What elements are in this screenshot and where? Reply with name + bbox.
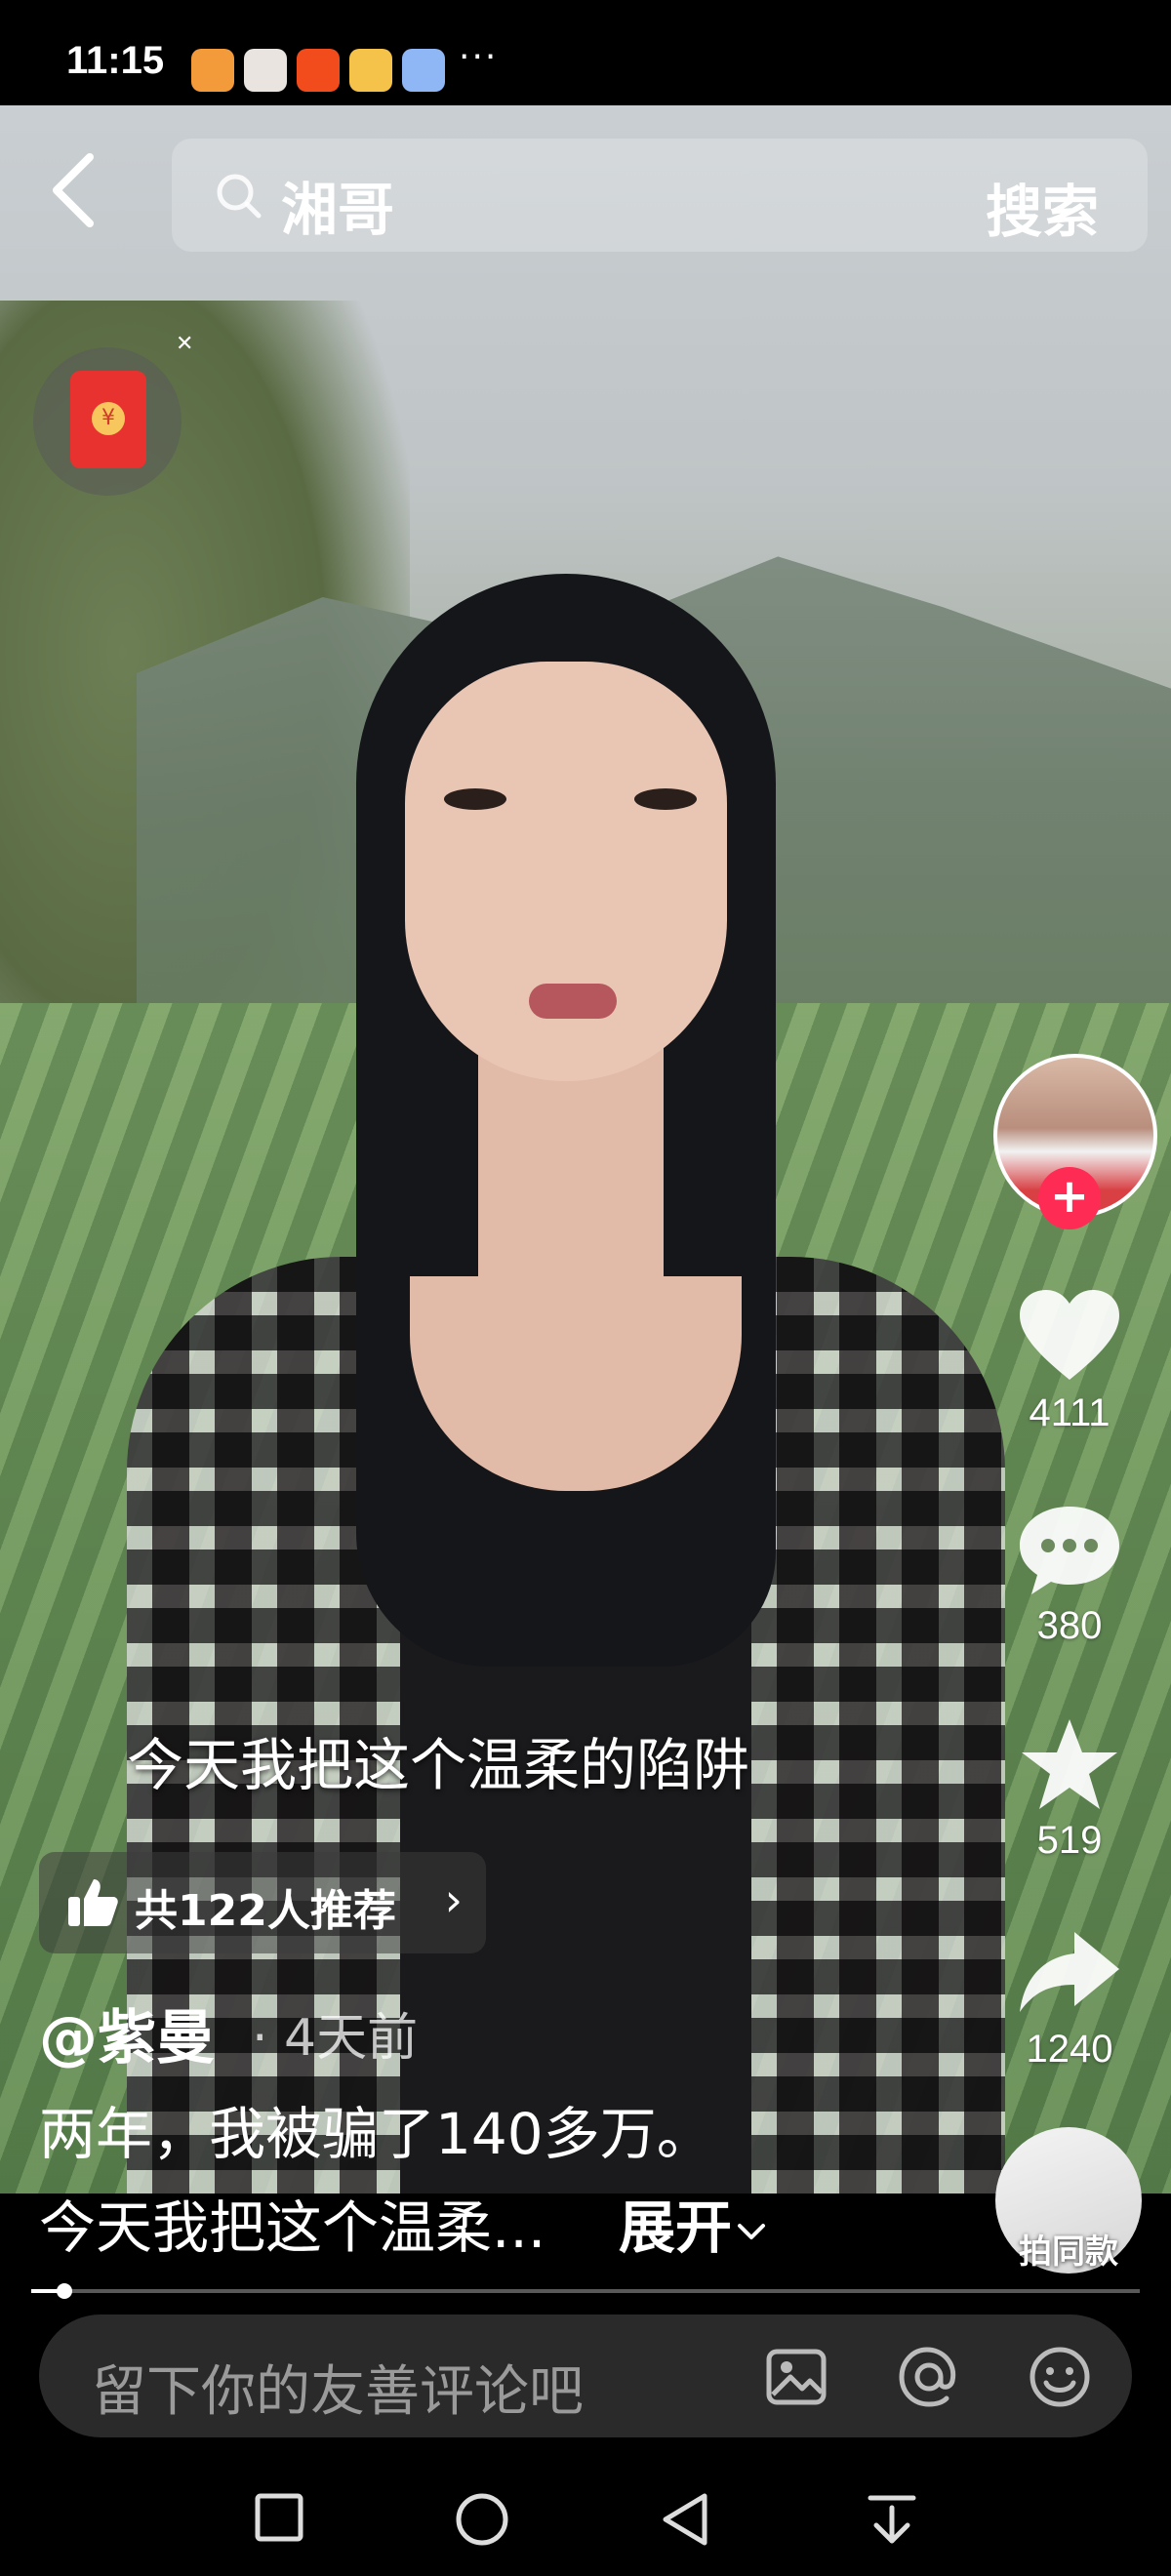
person-eye-left — [444, 788, 506, 810]
weibo-app-icon — [349, 49, 392, 92]
comment-placeholder[interactable]: 留下你的友善评论吧 — [92, 2348, 584, 2427]
chevron-down-icon — [738, 2223, 766, 2239]
comment-input-bar[interactable]: 留下你的友善评论吧 — [39, 2314, 1132, 2437]
red-packet-close-icon[interactable]: ✕ — [176, 332, 193, 356]
follow-button[interactable]: + — [1038, 1167, 1101, 1229]
description-line-1: 两年，我被骗了140多万。 — [39, 2101, 713, 2167]
status-time: 11:15 — [66, 39, 165, 82]
chevron-right-icon: › — [444, 1873, 463, 1926]
game-app-icon — [244, 49, 287, 92]
expand-button[interactable]: 展开 — [619, 2182, 771, 2264]
recommend-pill[interactable]: 共122人推荐 › — [39, 1852, 486, 1953]
system-nav-bar — [0, 2459, 1171, 2576]
progress-knob[interactable] — [57, 2283, 72, 2299]
taobao-app-icon — [297, 49, 340, 92]
share-arrow-icon — [1020, 1932, 1119, 2012]
post-time: · 4天前 — [252, 2009, 419, 2068]
chevron-left-icon — [53, 153, 94, 227]
share-count: 1240 — [1026, 2028, 1113, 2071]
video-progress-bar[interactable] — [31, 2283, 1140, 2299]
comment-button[interactable]: 380 — [982, 1501, 1157, 1648]
short-video-screen: 11:15 ··· 湘哥 搜索 ¥ ✕ + 4111 380 519 1240 … — [0, 0, 1171, 2576]
like-button[interactable]: 4111 — [982, 1288, 1157, 1435]
status-bar: 11:15 ··· — [0, 0, 1171, 105]
back-triangle-icon[interactable] — [658, 2490, 712, 2549]
red-packet-widget[interactable]: ¥ — [33, 347, 182, 496]
search-button[interactable]: 搜索 — [986, 166, 1099, 248]
video-subtitle: 今天我把这个温柔的陷阱 — [127, 1732, 750, 1798]
back-button[interactable] — [41, 151, 109, 229]
red-packet-seal-icon: ¥ — [92, 402, 125, 435]
favorite-button[interactable]: 519 — [982, 1715, 1157, 1863]
share-button[interactable]: 1240 — [982, 1924, 1157, 2072]
star-icon — [1022, 1719, 1117, 1809]
like-count: 4111 — [1029, 1391, 1110, 1434]
status-more: ··· — [459, 37, 499, 77]
comment-count: 380 — [1036, 1604, 1103, 1647]
comment-bubble-icon — [1020, 1507, 1119, 1594]
image-icon[interactable] — [765, 2346, 828, 2408]
recommend-label: 共122人推荐 — [135, 1886, 396, 1936]
description-line-2: 今天我把这个温柔... — [39, 2194, 546, 2261]
person-eye-right — [634, 788, 697, 810]
author-name[interactable]: @紫曼 — [39, 1991, 215, 2075]
red-packet-icon: ¥ — [70, 371, 146, 468]
recents-square-icon[interactable] — [252, 2490, 306, 2545]
person-mouth — [529, 984, 617, 1019]
search-icon — [217, 174, 262, 219]
expand-label: 展开 — [619, 2194, 733, 2261]
home-circle-icon[interactable] — [453, 2490, 511, 2549]
chat-app-icon — [402, 49, 445, 92]
thumbs-up-icon — [68, 1879, 118, 1926]
heart-app-icon — [191, 49, 234, 92]
emoji-icon[interactable] — [1029, 2346, 1091, 2408]
search-query[interactable]: 湘哥 — [281, 164, 394, 246]
search-bar[interactable]: 湘哥 搜索 — [172, 139, 1148, 252]
heart-icon — [1020, 1290, 1119, 1380]
favorite-count: 519 — [1036, 1819, 1103, 1862]
notification-pull-down-icon[interactable] — [865, 2490, 919, 2549]
at-mention-icon[interactable] — [898, 2346, 960, 2408]
same-style-label[interactable]: 拍同款 — [995, 2225, 1142, 2273]
